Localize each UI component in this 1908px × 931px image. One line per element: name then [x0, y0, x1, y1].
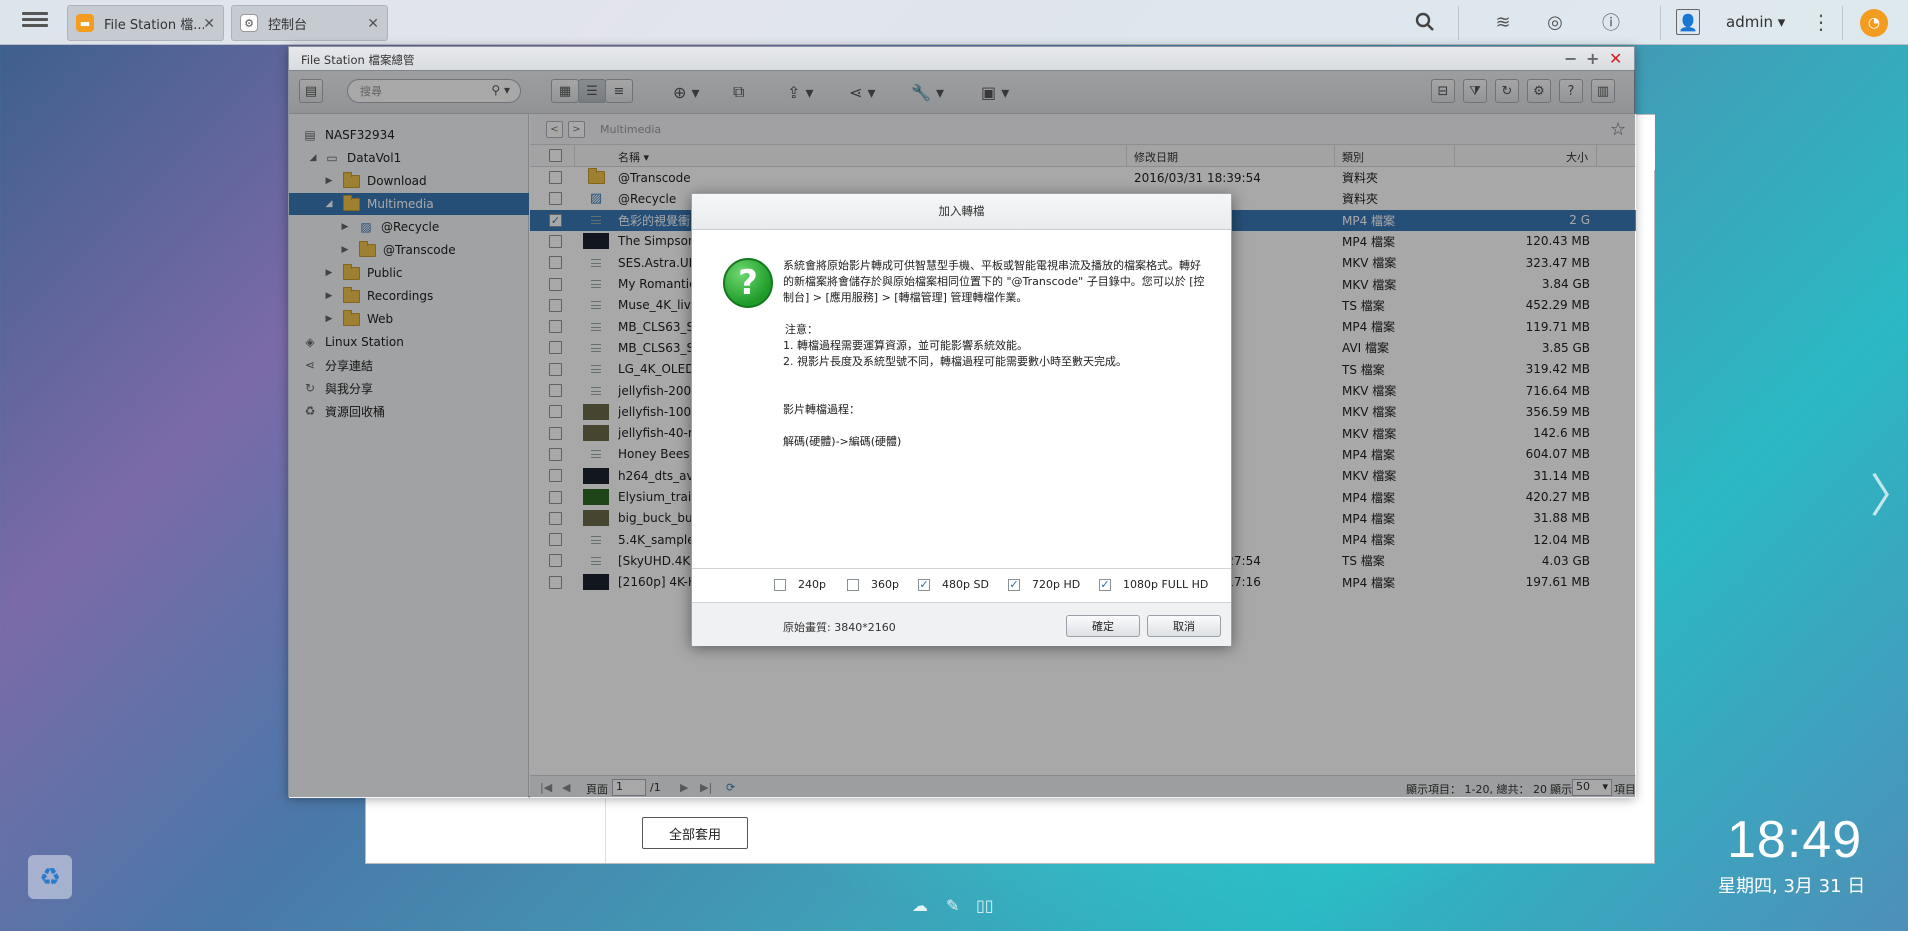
- file-station-icon: ▬: [76, 14, 94, 32]
- maximize-icon[interactable]: +: [1586, 49, 1599, 68]
- background-tasks-icon[interactable]: ≋: [1490, 9, 1516, 35]
- user-menu[interactable]: admin ▾: [1726, 13, 1785, 31]
- ok-button[interactable]: 確定: [1066, 615, 1140, 637]
- dialog-footer: 原始畫質: 3840*2160 確定 取消: [692, 602, 1231, 646]
- recycle-bin-icon[interactable]: ♻: [28, 855, 72, 899]
- dialog-description: 系統會將原始影片轉成可供智慧型手機、平板或智能電視串流及播放的檔案格式。轉好的新…: [783, 259, 1205, 304]
- option-240p[interactable]: 240p: [774, 578, 826, 591]
- close-tab-icon[interactable]: ✕: [367, 16, 379, 32]
- control-panel-icon: ⚙: [240, 14, 258, 32]
- tab-control-panel[interactable]: ⚙ 控制台 ✕: [231, 5, 388, 41]
- checkbox-240p[interactable]: [774, 578, 786, 591]
- notification-icon[interactable]: ◎: [1542, 9, 1568, 35]
- checkbox-1080p[interactable]: ✓: [1099, 578, 1111, 591]
- resolution-options: 240p 360p ✓ 480p SD ✓ 720p HD ✓ 1080p FULL …: [692, 568, 1231, 602]
- process-value: 解碼(硬體)->編碼(硬體): [783, 435, 902, 448]
- cancel-button[interactable]: 取消: [1147, 615, 1221, 637]
- book-icon[interactable]: ▯▯: [976, 896, 994, 915]
- top-bar: ▬ File Station 檔... ✕ ⚙ 控制台 ✕ ≋ ◎ ⓘ 👤 ad…: [0, 0, 1908, 45]
- question-icon: ?: [723, 258, 773, 308]
- main-menu-icon[interactable]: [22, 10, 48, 34]
- modal-overlay: [289, 113, 529, 797]
- checkbox-720p[interactable]: ✓: [1008, 578, 1020, 591]
- close-tab-icon[interactable]: ✕: [203, 16, 215, 32]
- original-resolution: 原始畫質: 3840*2160: [783, 621, 896, 634]
- more-options-icon[interactable]: ⋮: [1808, 9, 1834, 35]
- dialog-title: 加入轉檔: [692, 194, 1231, 230]
- tab-file-station[interactable]: ▬ File Station 檔... ✕: [67, 5, 224, 41]
- checkbox-360p[interactable]: [847, 578, 859, 591]
- dashboard-icon[interactable]: ◔: [1860, 9, 1888, 37]
- minimize-icon[interactable]: −: [1564, 49, 1577, 68]
- clock-time: 18:49: [1727, 811, 1863, 869]
- close-window-icon[interactable]: ✕: [1609, 49, 1622, 68]
- note-title: 注意：: [785, 323, 818, 336]
- feedback-icon[interactable]: ✎: [946, 896, 959, 915]
- cloud-icon[interactable]: ☁: [912, 896, 928, 915]
- user-icon[interactable]: 👤: [1676, 9, 1700, 35]
- clock-date: 星期四, 3月 31 日: [1718, 876, 1866, 897]
- option-1080p[interactable]: ✓ 1080p FULL HD: [1099, 578, 1208, 591]
- info-icon[interactable]: ⓘ: [1598, 9, 1624, 35]
- window-title: File Station 檔案總管: [301, 53, 415, 67]
- control-panel-edge: [1635, 115, 1655, 170]
- note-1: 1. 轉檔過程需要運算資源，並可能影響系統效能。: [783, 339, 1028, 352]
- next-desktop-arrow-icon[interactable]: 〉: [1870, 460, 1908, 526]
- note-2: 2. 視影片長度及系統型號不同，轉檔過程可能需要數小時至數天完成。: [783, 355, 1127, 368]
- modal-overlay: [289, 70, 1635, 113]
- process-title: 影片轉檔過程：: [783, 403, 860, 416]
- search-icon[interactable]: [1412, 9, 1438, 35]
- option-480p[interactable]: ✓ 480p SD: [918, 578, 989, 591]
- checkbox-480p[interactable]: ✓: [918, 578, 930, 591]
- option-720p[interactable]: ✓ 720p HD: [1008, 578, 1080, 591]
- apply-all-button[interactable]: 全部套用: [642, 817, 748, 849]
- option-360p[interactable]: 360p: [847, 578, 899, 591]
- transcode-dialog: 加入轉檔 ? 系統會將原始影片轉成可供智慧型手機、平板或智能電視串流及播放的檔案…: [691, 193, 1232, 646]
